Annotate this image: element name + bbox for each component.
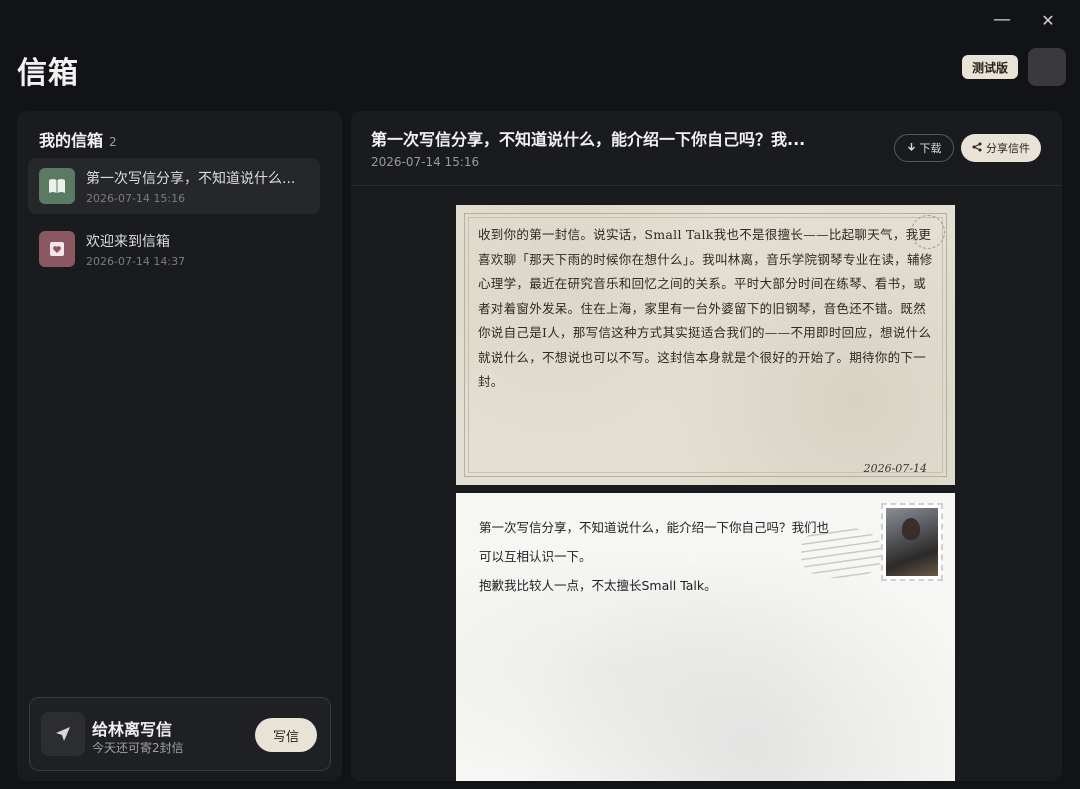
mail-date: 2026-07-14 14:37 bbox=[86, 254, 186, 268]
letter-title: 第一次写信分享，不知道说什么，能介绍一下你自己吗？我... bbox=[371, 130, 806, 149]
original-letter: 第一次写信分享，不知道说什么，能介绍一下你自己吗？我们也 可以互相认识一下。 抱… bbox=[456, 493, 955, 781]
original-line: 抱歉我比较人一点，不太擅长Small Talk。 bbox=[479, 578, 717, 593]
mail-item[interactable]: 欢迎来到信箱 2026-07-14 14:37 bbox=[28, 221, 320, 277]
original-line: 可以互相认识一下。 bbox=[479, 549, 592, 564]
compose-subtitle: 今天还可寄2封信 bbox=[92, 741, 184, 755]
download-label: 下载 bbox=[919, 142, 942, 155]
original-line: 第一次写信分享，不知道说什么，能介绍一下你自己吗？我们也 bbox=[479, 520, 830, 535]
download-button[interactable]: 下载 bbox=[894, 134, 954, 162]
compose-title: 给林离写信 bbox=[92, 720, 173, 739]
share-label: 分享信件 bbox=[986, 142, 1030, 155]
close-button[interactable]: ✕ bbox=[1038, 10, 1058, 30]
write-letter-button[interactable]: 写信 bbox=[255, 718, 317, 752]
letter-scroll-area[interactable]: 收到你的第一封信。说实话，Small Talk我也不是很擅长——比起聊天气，我更… bbox=[351, 186, 1062, 781]
letter-date: 2026-07-14 15:16 bbox=[371, 155, 480, 169]
avatar[interactable] bbox=[1028, 48, 1066, 86]
reply-letter: 收到你的第一封信。说实话，Small Talk我也不是很擅长——比起聊天气，我更… bbox=[456, 205, 955, 485]
reply-date: 2026-07-14 bbox=[863, 462, 927, 475]
page-title: 信箱 bbox=[17, 56, 79, 91]
beta-badge: 测试版 bbox=[962, 55, 1019, 79]
mailbox-sidebar: 我的信箱 2 第一次写信分享，不知道说什么... 2026-07-14 15:1… bbox=[17, 111, 342, 781]
share-letter-button[interactable]: 分享信件 bbox=[961, 134, 1041, 162]
original-body: 第一次写信分享，不知道说什么，能介绍一下你自己吗？我们也 可以互相认识一下。 抱… bbox=[479, 513, 864, 600]
share-icon bbox=[972, 142, 982, 155]
stamp-photo bbox=[886, 508, 938, 576]
mail-count: 2 bbox=[109, 135, 117, 149]
stamp-icon bbox=[881, 503, 943, 581]
letter-panel: 第一次写信分享，不知道说什么，能介绍一下你自己吗？我... 2026-07-14… bbox=[351, 111, 1062, 781]
reply-body: 收到你的第一封信。说实话，Small Talk我也不是很擅长——比起聊天气，我更… bbox=[478, 227, 933, 389]
mail-title: 第一次写信分享，不知道说什么... bbox=[86, 170, 296, 187]
heart-icon bbox=[39, 231, 75, 267]
mail-title: 欢迎来到信箱 bbox=[86, 233, 170, 250]
sidebar-title: 我的信箱 bbox=[39, 131, 104, 150]
mail-item[interactable]: 第一次写信分享，不知道说什么... 2026-07-14 15:16 bbox=[28, 158, 320, 214]
download-icon bbox=[907, 142, 916, 155]
minimize-button[interactable]: — bbox=[992, 10, 1012, 30]
mail-date: 2026-07-14 15:16 bbox=[86, 191, 186, 205]
sidebar-header: 我的信箱 2 bbox=[39, 127, 117, 151]
window-controls: — ✕ bbox=[992, 10, 1058, 30]
book-icon bbox=[39, 168, 75, 204]
compose-card: 给林离写信 今天还可寄2封信 写信 bbox=[29, 697, 331, 771]
send-icon bbox=[41, 712, 85, 756]
